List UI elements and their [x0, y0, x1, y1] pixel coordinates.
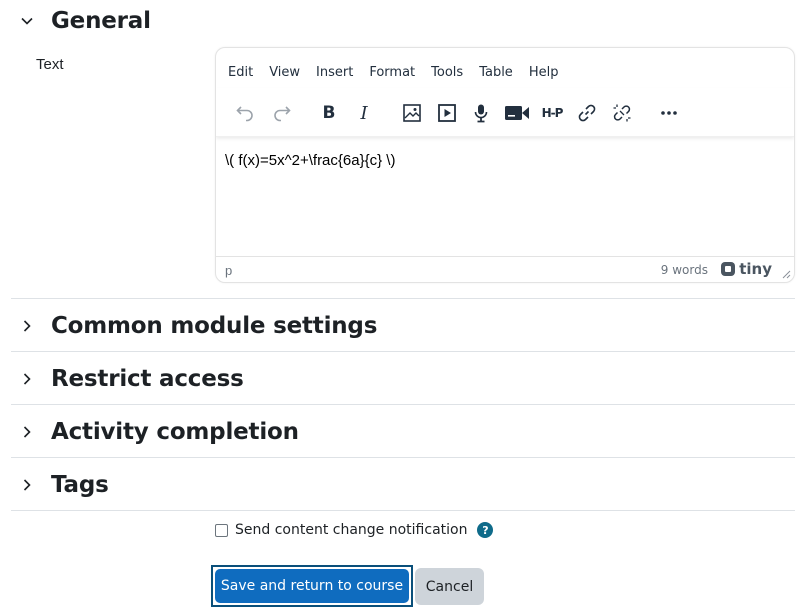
- save-button-label: Save and return to course: [215, 569, 409, 603]
- editor-menubar: Edit View Insert Format Tools Table Help: [228, 65, 574, 80]
- chevron-right-icon: [20, 319, 34, 333]
- section-activity-completion-toggle[interactable]: Activity completion: [20, 419, 299, 445]
- menu-view[interactable]: View: [269, 65, 300, 80]
- image-icon[interactable]: [400, 101, 424, 125]
- word-count[interactable]: 9 words: [661, 263, 708, 277]
- resize-handle-icon[interactable]: [781, 267, 791, 282]
- section-divider: [11, 298, 795, 299]
- menu-edit[interactable]: Edit: [228, 65, 253, 80]
- section-common-module-settings-toggle[interactable]: Common module settings: [20, 313, 377, 339]
- menu-help[interactable]: Help: [529, 65, 559, 80]
- save-and-return-button[interactable]: Save and return to course: [211, 565, 413, 607]
- cancel-button[interactable]: Cancel: [415, 568, 484, 605]
- section-divider: [11, 351, 795, 352]
- chevron-right-icon: [20, 478, 34, 492]
- record-audio-icon[interactable]: [469, 101, 493, 125]
- menu-insert[interactable]: Insert: [316, 65, 353, 80]
- send-notification-checkbox[interactable]: [215, 523, 228, 537]
- rich-text-editor: Edit View Insert Format Tools Table Help…: [215, 47, 795, 283]
- notification-row: Send content change notification ?: [215, 522, 494, 538]
- record-video-icon[interactable]: [503, 101, 531, 125]
- text-field-label: Text: [36, 56, 64, 73]
- help-icon[interactable]: ?: [477, 522, 494, 538]
- redo-icon[interactable]: [270, 101, 294, 125]
- tiny-logo-icon: [721, 262, 736, 276]
- section-divider: [11, 457, 795, 458]
- chevron-right-icon: [20, 372, 34, 386]
- chevron-right-icon: [20, 425, 34, 439]
- section-tags-toggle[interactable]: Tags: [20, 472, 109, 498]
- h5p-icon[interactable]: H-P: [538, 101, 566, 125]
- section-general-toggle[interactable]: General: [20, 8, 151, 34]
- undo-icon[interactable]: [233, 101, 257, 125]
- menu-tools[interactable]: Tools: [431, 65, 463, 80]
- bold-icon[interactable]: B: [317, 101, 341, 125]
- section-restrict-access-toggle[interactable]: Restrict access: [20, 366, 244, 392]
- section-divider: [11, 404, 795, 405]
- more-icon[interactable]: [657, 101, 681, 125]
- menu-table[interactable]: Table: [479, 65, 513, 80]
- element-path[interactable]: p: [225, 263, 232, 278]
- chevron-down-icon: [20, 14, 34, 28]
- section-title: Activity completion: [51, 419, 299, 445]
- media-icon[interactable]: [435, 101, 459, 125]
- section-title: Common module settings: [51, 313, 378, 339]
- section-title: Tags: [51, 472, 109, 498]
- section-divider: [11, 510, 795, 511]
- tiny-logo[interactable]: tiny: [720, 260, 772, 278]
- send-notification-label[interactable]: Send content change notification: [235, 522, 467, 538]
- link-icon[interactable]: [575, 101, 599, 125]
- section-title: General: [51, 8, 151, 34]
- editor-toolbar: B I H-P: [216, 88, 794, 137]
- section-title: Restrict access: [51, 366, 244, 392]
- italic-icon[interactable]: I: [352, 101, 376, 125]
- unlink-icon[interactable]: [610, 101, 634, 125]
- editor-content[interactable]: \( f(x)=5x^2+\frac{6a}{c} \): [225, 152, 395, 169]
- brand-label: tiny: [739, 260, 772, 278]
- editor-statusbar: p 9 words tiny: [216, 256, 794, 282]
- menu-format[interactable]: Format: [369, 65, 415, 80]
